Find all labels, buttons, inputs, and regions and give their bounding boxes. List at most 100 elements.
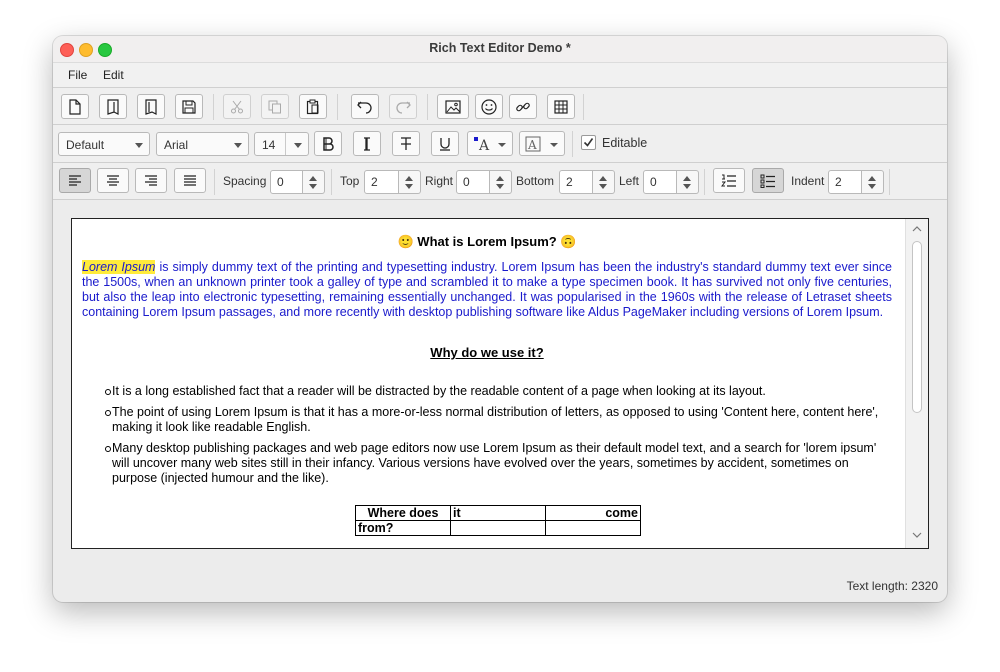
right-spinner[interactable]: 0 (456, 170, 512, 194)
vertical-scrollbar[interactable] (905, 219, 928, 548)
spinner-arrows[interactable] (862, 170, 884, 194)
new-document-button[interactable] (61, 94, 89, 119)
arrow-down-icon (599, 184, 607, 189)
paste-button[interactable] (299, 94, 327, 119)
top-value[interactable]: 2 (364, 170, 399, 194)
title-bar: Rich Text Editor Demo * (53, 36, 947, 63)
paragraph-toolbar: Spacing 0 Top 2 Right 0 Bottom 2 Left 0 (53, 163, 947, 200)
numbered-list-icon (721, 174, 736, 187)
underline-button[interactable] (431, 131, 459, 156)
align-justify-icon (184, 174, 196, 186)
save-button[interactable] (175, 94, 203, 119)
insert-emoji-button[interactable] (475, 94, 503, 119)
spinner-arrows[interactable] (593, 170, 615, 194)
bottom-value[interactable]: 2 (559, 170, 593, 194)
cut-button[interactable] (223, 94, 251, 119)
left-value[interactable]: 0 (643, 170, 677, 194)
text-color-icon: A (474, 136, 506, 152)
underline-icon (440, 137, 450, 151)
table-row: from? (355, 520, 641, 536)
toolbar-separator (214, 169, 215, 195)
open-file-button[interactable] (137, 94, 165, 119)
scroll-down-icon[interactable] (912, 531, 922, 539)
intro-paragraph-text: is simply dummy text of the printing and… (82, 260, 892, 319)
menu-file[interactable]: File (68, 68, 87, 82)
left-spinner[interactable]: 0 (643, 170, 699, 194)
paste-icon (306, 99, 319, 114)
table-cell[interactable]: Where does (355, 505, 451, 521)
indent-value[interactable]: 2 (828, 170, 862, 194)
align-justify-button[interactable] (174, 168, 206, 193)
arrow-down-icon (405, 184, 413, 189)
table-cell[interactable] (450, 520, 546, 536)
spacing-label: Spacing (223, 174, 267, 188)
strikethrough-button[interactable] (392, 131, 420, 156)
table-cell[interactable]: come (545, 505, 641, 521)
arrow-up-icon (309, 176, 317, 181)
align-right-button[interactable] (135, 168, 167, 193)
table-cell[interactable]: it (450, 505, 546, 521)
table-cell[interactable] (545, 520, 641, 536)
spacing-spinner[interactable]: 0 (270, 170, 325, 194)
insert-table-button[interactable] (547, 94, 575, 119)
scroll-up-icon[interactable] (912, 225, 922, 233)
app-window: Rich Text Editor Demo * File Edit Defaul… (53, 36, 947, 602)
chevron-down-icon (234, 143, 242, 148)
open-button[interactable] (99, 94, 127, 119)
bullet-list-button[interactable] (752, 168, 784, 193)
emoji-icon (481, 98, 497, 115)
align-center-button[interactable] (97, 168, 129, 193)
arrow-down-icon (309, 184, 317, 189)
arrow-down-icon (868, 184, 876, 189)
right-label: Right (425, 174, 454, 188)
table-icon (554, 99, 568, 114)
spacing-value[interactable]: 0 (270, 170, 303, 194)
text-color-button[interactable]: A (467, 131, 513, 156)
menu-edit[interactable]: Edit (103, 68, 124, 82)
main-toolbar (53, 88, 947, 125)
spinner-arrows[interactable] (303, 170, 325, 194)
combo-divider (285, 133, 286, 155)
embedded-table[interactable]: Where does it come from? (355, 505, 641, 536)
scrollbar-thumb[interactable] (912, 241, 922, 413)
font-size-select[interactable]: 14 (254, 132, 309, 156)
insert-image-button[interactable] (437, 94, 469, 119)
insert-link-button[interactable] (509, 94, 537, 119)
bullet-list-icon (760, 174, 775, 188)
undo-button[interactable] (351, 94, 379, 119)
link-icon (516, 102, 530, 111)
editable-checkbox[interactable] (581, 135, 596, 150)
top-spinner[interactable]: 2 (364, 170, 421, 194)
spinner-arrows[interactable] (399, 170, 421, 194)
document-title-text: What is Lorem Ipsum? (417, 234, 557, 249)
redo-button[interactable] (389, 94, 417, 119)
cut-icon (231, 100, 243, 113)
table-cell[interactable]: from? (355, 520, 451, 536)
bold-button[interactable] (314, 131, 342, 156)
bottom-spinner[interactable]: 2 (559, 170, 615, 194)
highlighted-text: Lorem Ipsum (82, 260, 156, 274)
toolbar-separator (583, 94, 584, 120)
font-select[interactable]: Arial (156, 132, 249, 156)
italic-button[interactable] (353, 131, 381, 156)
numbered-list-button[interactable] (713, 168, 745, 193)
italic-icon (364, 136, 370, 151)
document-title: 🙂 What is Lorem Ipsum? 🙃 (82, 234, 892, 249)
style-select[interactable]: Default (58, 132, 150, 156)
align-left-button[interactable] (59, 168, 91, 193)
spinner-arrows[interactable] (490, 170, 512, 194)
window-title: Rich Text Editor Demo * (429, 41, 571, 55)
indent-spinner[interactable]: 2 (828, 170, 884, 194)
text-length-status: Text length: 2320 (846, 579, 938, 593)
align-left-icon (69, 174, 81, 186)
top-label: Top (340, 174, 360, 188)
bullet-icon (105, 389, 111, 395)
intro-paragraph: Lorem Ipsum is simply dummy text of the … (82, 260, 892, 320)
editor-page[interactable]: 🙂 What is Lorem Ipsum? 🙃 Lorem Ipsum is … (71, 218, 929, 549)
svg-text:A: A (527, 138, 537, 152)
right-value[interactable]: 0 (456, 170, 490, 194)
align-right-icon (145, 174, 157, 186)
copy-button[interactable] (261, 94, 289, 119)
background-color-button[interactable]: A (519, 131, 565, 156)
spinner-arrows[interactable] (677, 170, 699, 194)
